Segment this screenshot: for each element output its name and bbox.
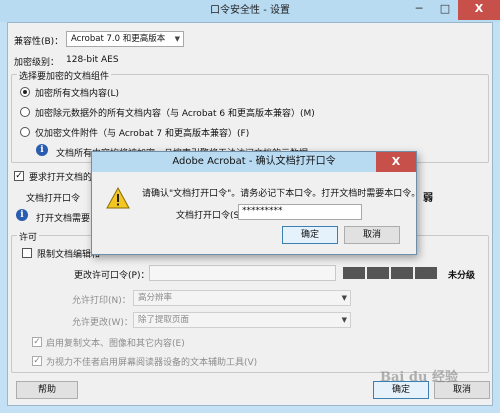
changes-value: 除了提取页面 — [138, 315, 190, 325]
permissions-title: 许可 — [17, 230, 40, 243]
strength-bar — [367, 267, 389, 279]
radio-encrypt-attachments-label: 仅加密文件附件（与 Acrobat 7 和更高版本兼容）(F) — [35, 129, 250, 139]
warning-icon — [106, 187, 130, 209]
close-button[interactable]: X — [458, 0, 500, 20]
change-password-strength: 未分级 — [448, 271, 476, 281]
watermark: Bai du 经验 — [380, 370, 458, 385]
change-password-input[interactable] — [149, 265, 336, 281]
confirm-password-value: ********* — [242, 206, 283, 216]
strength-bar — [415, 267, 437, 279]
chevron-down-icon: ▼ — [341, 316, 347, 324]
compat-label: 兼容性(B)： — [14, 37, 64, 47]
radio-encrypt-all-label: 加密所有文档内容(L) — [35, 89, 120, 99]
components-title: 选择要加密的文档组件 — [17, 69, 112, 82]
info-icon: i — [16, 209, 28, 221]
changes-label: 允许更改(W)： — [72, 318, 133, 328]
change-password-label: 更改许可口令(P)： — [74, 271, 150, 281]
accessibility-checkbox[interactable]: ✓ — [32, 356, 42, 366]
maximize-button[interactable]: □ — [432, 0, 458, 20]
compat-select[interactable]: Acrobat 7.0 和更高版本 ▼ — [66, 31, 184, 47]
require-open-password-checkbox[interactable]: ✓ — [14, 171, 24, 181]
open-password-info: 打开文档需要 — [36, 214, 91, 224]
accessibility-label: 为视力不佳者启用屏幕阅读器设备的文本辅助工具(V) — [46, 358, 258, 368]
window-title: 口令安全性 - 设置 — [210, 5, 290, 16]
printing-value: 高分辨率 — [138, 293, 173, 303]
open-password-label: 文档打开口令 — [26, 194, 81, 204]
printing-select[interactable]: 高分辨率 ▼ — [133, 290, 351, 306]
dialog-close-button[interactable]: X — [376, 152, 416, 172]
compat-value: Acrobat 7.0 和更高版本 — [71, 34, 166, 44]
chevron-down-icon: ▼ — [341, 294, 347, 302]
radio-encrypt-except-metadata-label: 加密除元数据外的所有文档内容（与 Acrobat 6 和更高版本兼容）(M) — [35, 109, 315, 119]
window-controls: ─ □ X — [406, 0, 500, 20]
radio-encrypt-except-metadata[interactable] — [20, 107, 30, 117]
encryption-label: 加密级别： — [14, 58, 60, 68]
help-button[interactable]: 帮助 — [16, 381, 78, 399]
confirm-password-input[interactable]: ********* — [238, 204, 362, 220]
dialog-message: 请确认"文档打开口令"。请务必记下本口令。打开文档时需要本口令。 — [142, 189, 421, 199]
radio-encrypt-all[interactable] — [20, 87, 30, 97]
changes-select[interactable]: 除了提取页面 ▼ — [133, 312, 351, 328]
enable-copy-label: 启用复制文本、图像和其它内容(E) — [46, 339, 185, 349]
chevron-down-icon: ▼ — [174, 35, 180, 43]
confirm-password-dialog: Adobe Acrobat - 确认文档打开口令 X 请确认"文档打开口令"。请… — [91, 151, 421, 255]
radio-encrypt-attachments[interactable] — [20, 127, 30, 137]
strength-bar — [391, 267, 413, 279]
printing-label: 允许打印(N)： — [72, 296, 131, 306]
info-icon: i — [36, 144, 48, 156]
enable-copy-checkbox[interactable]: ✓ — [32, 337, 42, 347]
open-password-strength: 弱 — [423, 193, 433, 204]
dialog-cancel-button[interactable]: 取消 — [344, 226, 400, 244]
window-titlebar: 口令安全性 - 设置 ─ □ X — [0, 0, 500, 22]
encryption-value: 128-bit AES — [66, 55, 119, 65]
minimize-button[interactable]: ─ — [406, 0, 432, 20]
dialog-ok-button[interactable]: 确定 — [282, 226, 338, 244]
restrict-editing-checkbox[interactable] — [22, 248, 32, 258]
dialog-title: Adobe Acrobat - 确认文档打开口令 — [92, 152, 416, 172]
strength-bar — [343, 267, 365, 279]
